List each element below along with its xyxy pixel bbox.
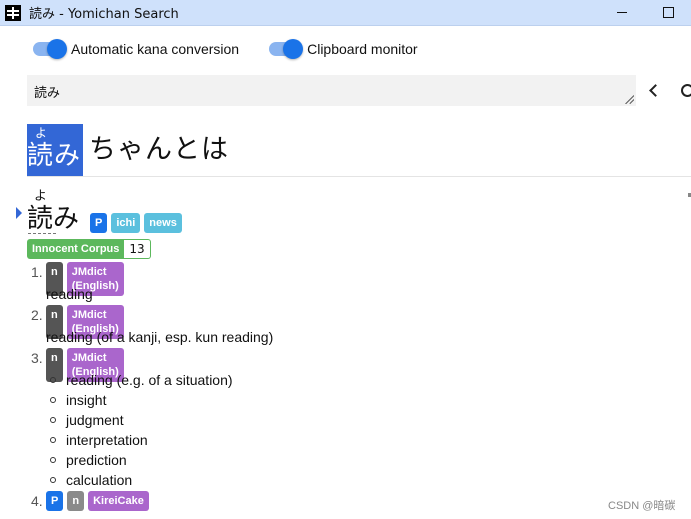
search-input-text: 読み [34,86,61,101]
switch-knob [283,39,304,59]
clipboard-monitor-toggle-group: Clipboard monitor [269,39,418,59]
clipboard-monitor-label: Clipboard monitor [307,41,418,57]
tag-dictionary[interactable]: KireiCake [88,491,149,511]
kana-conversion-label: Automatic kana conversion [71,41,240,57]
definition-number: 4. [31,493,43,509]
query-rest-text[interactable]: ちゃんとは [89,127,229,166]
clipboard-monitor-switch[interactable] [269,39,304,59]
window-title: 読み - Yomichan Search [29,7,179,22]
frequency-value: 13 [124,239,151,259]
tag-news[interactable]: news [144,213,182,233]
watermark: CSDN @暗碳 [608,500,676,512]
tag-popular[interactable]: P [46,491,64,511]
kana-conversion-toggle-group: Automatic kana conversion [33,39,240,59]
list-item: reading (e.g. of a situation) [50,370,450,390]
expression-underline [28,233,56,234]
frequency-dictionary: Innocent Corpus [27,239,125,259]
search-button[interactable] [680,82,691,100]
search-input[interactable]: 読み [27,75,636,106]
definition-tags: P n KireiCake [46,491,153,511]
window-controls [599,0,691,25]
definition-number: 2. [31,307,43,323]
query-highlight[interactable]: よ 読み [27,124,83,176]
list-item: prediction [50,450,450,470]
entry-tags: P ichi news [90,213,186,233]
definition-gloss: reading (of a kanji, esp. kun reading) [46,329,274,345]
settings-toggles: Automatic kana conversion Clipboard moni… [33,39,448,59]
query-sentence: よ 読み ちゃんとは [27,120,229,176]
app-icon [5,4,21,21]
list-item: calculation [50,470,450,490]
minimize-icon [617,12,627,13]
maximize-button[interactable] [645,0,691,25]
gloss-list: reading (e.g. of a situation) insight ju… [50,370,450,490]
list-item: insight [50,390,450,410]
kana-conversion-switch[interactable] [33,39,67,59]
back-button[interactable] [646,82,662,100]
frequency-badge[interactable]: Innocent Corpus 13 [27,239,151,259]
tag-ichi[interactable]: ichi [111,213,141,233]
definition-gloss: reading [46,286,93,302]
list-item: judgment [50,410,450,430]
window-title-bar: 読み - Yomichan Search [0,0,691,26]
minimize-button[interactable] [599,0,645,25]
tag-pos[interactable]: n [67,491,85,511]
maximize-icon [662,7,674,18]
tag-popular[interactable]: P [90,213,108,233]
definition-number: 3. [31,350,43,366]
entry-marker-icon [16,207,22,219]
entry-expression[interactable]: 読み [27,198,79,235]
resize-grip-icon[interactable] [625,95,634,104]
definition-number: 1. [31,264,43,280]
list-item: interpretation [50,430,450,450]
switch-knob [47,39,67,59]
divider [27,176,691,177]
query-highlight-text: 読み [27,141,82,171]
